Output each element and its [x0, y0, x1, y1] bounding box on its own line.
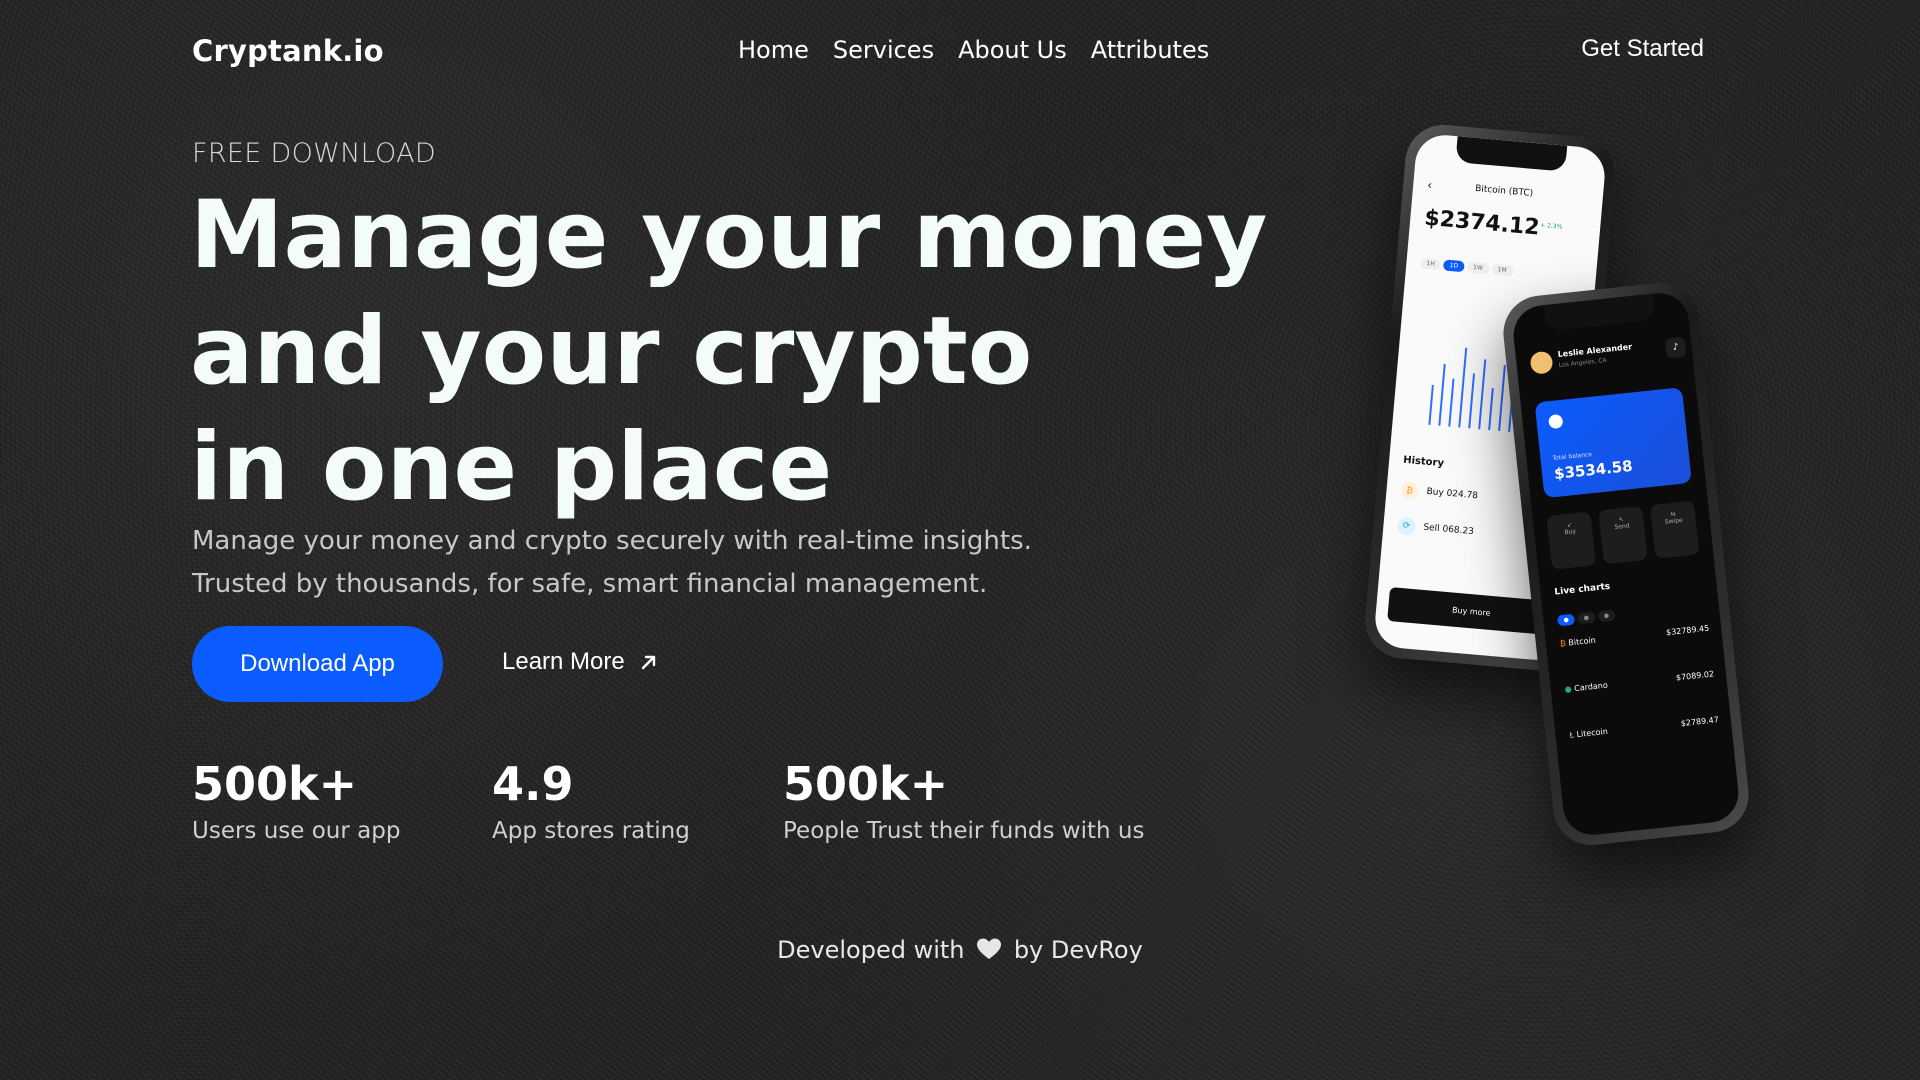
- balance-card: Total balance $3534.58: [1534, 387, 1692, 499]
- coin-price: $32789.45: [1665, 623, 1710, 638]
- stat-label: Users use our app: [192, 818, 401, 844]
- coin-icon: ₿: [1399, 480, 1420, 501]
- stat-users: 500k+ Users use our app: [192, 756, 400, 844]
- litecoin-icon: Ł: [1569, 730, 1575, 740]
- history-label: Buy 024.78: [1426, 486, 1479, 502]
- hero-subtitle: Manage your money and crypto securely wi…: [192, 520, 1092, 606]
- nav-link-about[interactable]: About Us: [958, 36, 1067, 64]
- brand-logo[interactable]: Cryptank.io: [192, 34, 384, 68]
- coin-price: $2789.47: [1680, 715, 1720, 729]
- footer-prefix: Developed with: [777, 936, 965, 964]
- filter-tab[interactable]: ●: [1577, 611, 1596, 625]
- user-name: Leslie Alexander: [1557, 342, 1633, 359]
- action-label: Swipe: [1664, 516, 1684, 526]
- history-list: ₿ Buy 024.78 ⟳ Sell 068.23: [1395, 480, 1479, 559]
- hero-headline: Manage your money and your crypto in one…: [190, 178, 1268, 526]
- learn-more-label: Learn More: [502, 648, 625, 675]
- coin-icon: ⟳: [1396, 516, 1417, 536]
- top-nav: Cryptank.io Home Services About Us Attri…: [0, 0, 1920, 100]
- nav-link-home[interactable]: Home: [738, 36, 809, 64]
- nav-link-services[interactable]: Services: [833, 36, 934, 64]
- swipe-action-button[interactable]: ⇆ Swipe: [1649, 500, 1700, 559]
- coin-change: + 2.3%: [1539, 221, 1563, 231]
- bitcoin-icon: ₿: [1559, 638, 1567, 649]
- filter-tab[interactable]: ●: [1597, 609, 1616, 623]
- nav-menu: Home Services About Us Attributes: [738, 36, 1209, 64]
- cardano-icon: ●: [1564, 684, 1573, 695]
- headline-line-3: in one place: [190, 413, 833, 522]
- arrow-up-right-icon: [641, 655, 655, 670]
- phone-mockup-front: Leslie Alexander Los Angeles, CA ♪ Total…: [1499, 279, 1753, 849]
- coin-price: $2374.12: [1423, 205, 1541, 241]
- filter-tab[interactable]: ●: [1557, 613, 1576, 627]
- subtitle-line-1: Manage your money and crypto securely wi…: [192, 526, 1032, 556]
- live-charts-heading: Live charts: [1554, 581, 1611, 598]
- coin-name: Cardano: [1573, 680, 1609, 694]
- headline-line-1: Manage your money: [190, 181, 1268, 290]
- balance-label: Total balance: [1552, 450, 1593, 463]
- phone-notch: [1455, 136, 1568, 172]
- headline-line-2: and your crypto: [190, 297, 1033, 406]
- avatar: [1529, 350, 1554, 375]
- timeframe-tabs: 1H 1D 1W 1M: [1419, 249, 1517, 277]
- coin-name: Bitcoin: [1567, 635, 1597, 648]
- learn-more-link[interactable]: Learn More: [502, 648, 659, 676]
- nav-link-attributes[interactable]: Attributes: [1091, 36, 1209, 64]
- timeframe-tab[interactable]: 1D: [1443, 259, 1465, 273]
- chart-filter-tabs: ● ● ●: [1556, 601, 1618, 627]
- coin-row-bitcoin[interactable]: ₿ Bitcoin $32789.45: [1560, 624, 1710, 649]
- coin-title: Bitcoin (BTC): [1474, 183, 1534, 199]
- send-action-button[interactable]: ↖ Send: [1598, 506, 1648, 565]
- phone-notch: [1543, 293, 1656, 332]
- bell-icon[interactable]: ♪: [1664, 336, 1687, 359]
- action-label: Buy: [1564, 528, 1577, 537]
- coin-name: Litecoin: [1576, 726, 1609, 740]
- user-location: Los Angeles, CA: [1558, 356, 1607, 369]
- action-label: Send: [1614, 522, 1630, 531]
- stat-label: App stores rating: [492, 818, 690, 844]
- stat-value: 500k+: [783, 757, 949, 811]
- history-label: Sell 068.23: [1422, 522, 1475, 538]
- stat-trust: 500k+ People Trust their funds with us: [783, 756, 1144, 844]
- stat-rating: 4.9 App stores rating: [492, 756, 690, 844]
- history-heading: History: [1402, 454, 1445, 470]
- phone-screen-wallet: Leslie Alexander Los Angeles, CA ♪ Total…: [1510, 290, 1742, 838]
- get-started-button[interactable]: Get Started: [1581, 35, 1704, 63]
- history-item[interactable]: ₿ Buy 024.78: [1399, 480, 1479, 506]
- hero-eyebrow: FREE DOWNLOAD: [192, 138, 436, 169]
- footer-credit: Developed with by DevRoy: [0, 936, 1920, 964]
- timeframe-tab[interactable]: 1W: [1466, 261, 1490, 275]
- timeframe-tab[interactable]: 1H: [1419, 257, 1442, 271]
- buy-action-button[interactable]: ↙ Buy: [1546, 511, 1596, 570]
- ethereum-icon: [1548, 413, 1564, 430]
- timeframe-tab[interactable]: 1M: [1491, 263, 1514, 277]
- download-app-button[interactable]: Download App: [192, 626, 443, 702]
- coin-row-cardano[interactable]: ● Cardano $7089.02: [1564, 669, 1714, 694]
- subtitle-line-2: Trusted by thousands, for safe, smart fi…: [192, 569, 988, 599]
- stat-value: 500k+: [192, 757, 358, 811]
- heart-icon: [977, 938, 1002, 959]
- coin-price: $7089.02: [1675, 669, 1715, 683]
- stat-value: 4.9: [492, 757, 574, 811]
- footer-suffix: by DevRoy: [1013, 936, 1143, 964]
- history-item[interactable]: ⟳ Sell 068.23: [1396, 516, 1476, 541]
- stat-label: People Trust their funds with us: [783, 818, 1145, 844]
- back-chevron-icon: ‹: [1426, 177, 1433, 193]
- coin-row-litecoin[interactable]: Ł Litecoin $2789.47: [1569, 715, 1719, 740]
